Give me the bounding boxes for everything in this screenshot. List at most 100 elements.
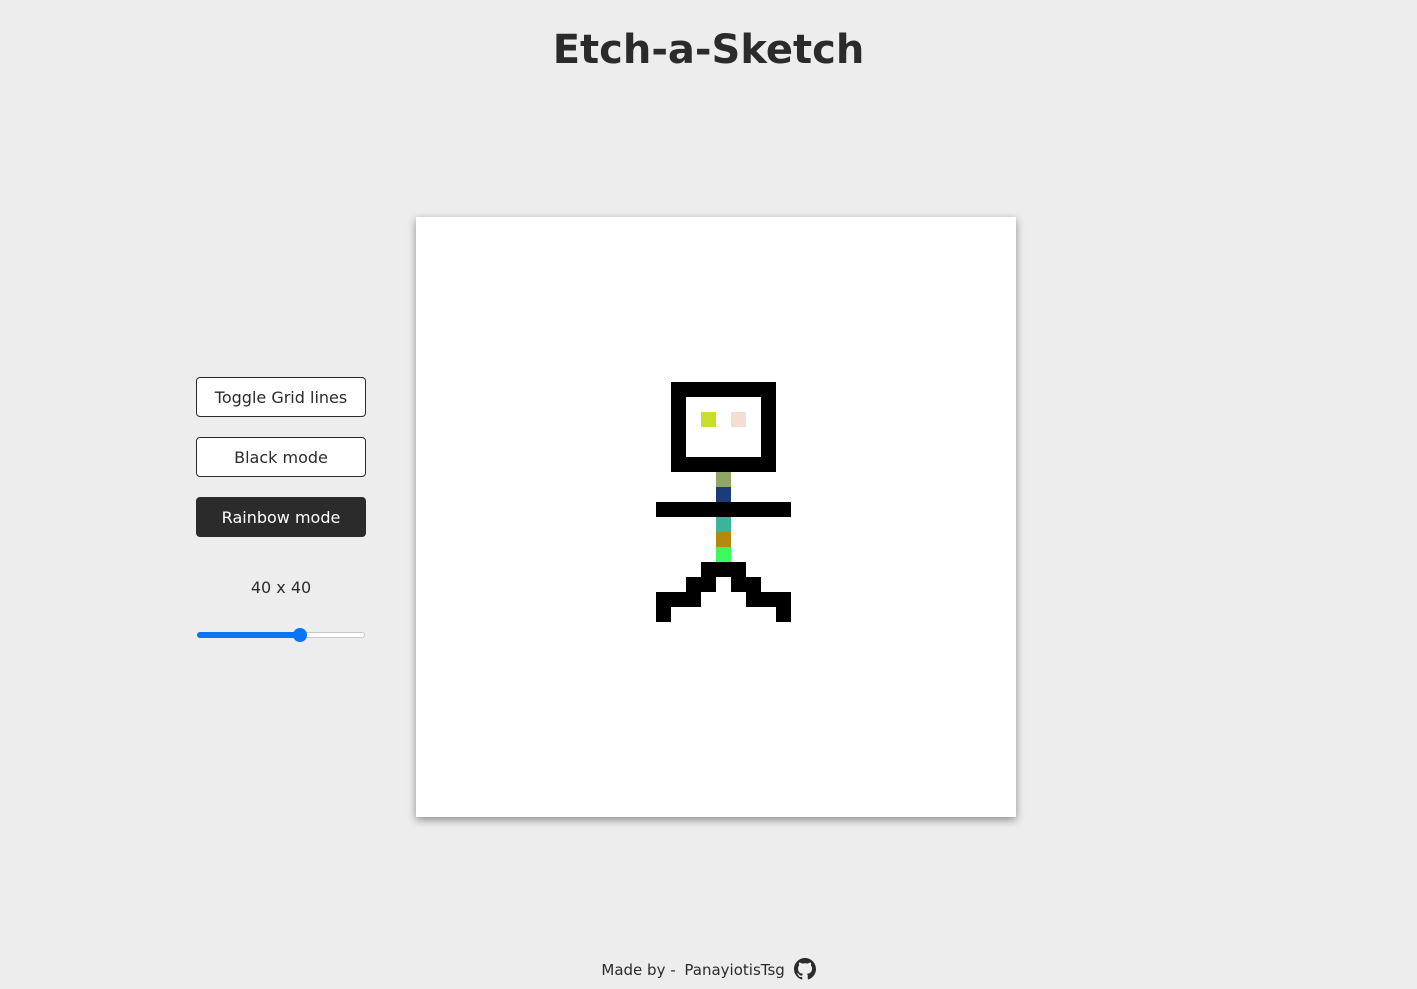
grid-cell[interactable]	[806, 277, 821, 292]
grid-cell[interactable]	[536, 262, 551, 277]
grid-cell[interactable]	[926, 487, 941, 502]
grid-cell[interactable]	[656, 742, 671, 757]
grid-cell[interactable]	[506, 247, 521, 262]
grid-cell[interactable]	[776, 727, 791, 742]
grid-cell[interactable]	[851, 487, 866, 502]
grid-cell[interactable]	[866, 712, 881, 727]
grid-cell[interactable]	[641, 427, 656, 442]
grid-cell[interactable]	[671, 232, 686, 247]
grid-cell[interactable]	[431, 442, 446, 457]
grid-cell[interactable]	[416, 232, 431, 247]
grid-cell[interactable]	[416, 322, 431, 337]
grid-cell[interactable]	[446, 232, 461, 247]
grid-cell[interactable]	[896, 487, 911, 502]
grid-cell[interactable]	[686, 307, 701, 322]
grid-cell[interactable]	[956, 682, 971, 697]
grid-cell[interactable]	[626, 592, 641, 607]
grid-cell[interactable]	[581, 727, 596, 742]
grid-cell[interactable]	[776, 427, 791, 442]
grid-cell[interactable]	[716, 277, 731, 292]
grid-cell[interactable]	[911, 292, 926, 307]
grid-cell[interactable]	[596, 442, 611, 457]
grid-cell[interactable]	[581, 742, 596, 757]
grid-cell[interactable]	[461, 517, 476, 532]
grid-cell[interactable]	[971, 517, 986, 532]
grid-cell[interactable]	[971, 547, 986, 562]
grid-cell[interactable]	[716, 772, 731, 787]
grid-cell[interactable]	[506, 442, 521, 457]
grid-cell[interactable]	[806, 292, 821, 307]
grid-cell[interactable]	[461, 727, 476, 742]
grid-cell[interactable]	[506, 682, 521, 697]
grid-cell[interactable]	[626, 277, 641, 292]
grid-cell[interactable]	[551, 802, 566, 817]
grid-cell[interactable]	[446, 697, 461, 712]
grid-cell[interactable]	[626, 667, 641, 682]
grid-cell[interactable]	[926, 397, 941, 412]
grid-cell[interactable]	[551, 397, 566, 412]
grid-cell[interactable]	[761, 517, 776, 532]
grid-cell[interactable]	[716, 487, 731, 502]
grid-cell[interactable]	[776, 802, 791, 817]
grid-cell[interactable]	[551, 697, 566, 712]
grid-cell[interactable]	[836, 682, 851, 697]
github-icon[interactable]	[793, 957, 816, 980]
grid-cell[interactable]	[671, 442, 686, 457]
grid-cell[interactable]	[806, 802, 821, 817]
grid-cell[interactable]	[911, 337, 926, 352]
grid-cell[interactable]	[701, 592, 716, 607]
grid-cell[interactable]	[656, 562, 671, 577]
grid-cell[interactable]	[941, 592, 956, 607]
grid-cell[interactable]	[536, 757, 551, 772]
grid-cell[interactable]	[731, 337, 746, 352]
grid-cell[interactable]	[476, 727, 491, 742]
grid-cell[interactable]	[716, 472, 731, 487]
grid-cell[interactable]	[461, 352, 476, 367]
grid-cell[interactable]	[956, 532, 971, 547]
grid-cell[interactable]	[836, 637, 851, 652]
grid-cell[interactable]	[1001, 262, 1016, 277]
grid-cell[interactable]	[551, 472, 566, 487]
grid-cell[interactable]	[671, 487, 686, 502]
grid-cell[interactable]	[761, 412, 776, 427]
grid-cell[interactable]	[701, 502, 716, 517]
grid-cell[interactable]	[806, 382, 821, 397]
grid-cell[interactable]	[731, 547, 746, 562]
grid-cell[interactable]	[1001, 472, 1016, 487]
grid-cell[interactable]	[926, 427, 941, 442]
grid-cell[interactable]	[716, 622, 731, 637]
grid-cell[interactable]	[746, 217, 761, 232]
grid-cell[interactable]	[656, 802, 671, 817]
grid-cell[interactable]	[671, 667, 686, 682]
grid-cell[interactable]	[476, 352, 491, 367]
grid-cell[interactable]	[566, 562, 581, 577]
grid-cell[interactable]	[641, 517, 656, 532]
grid-cell[interactable]	[551, 622, 566, 637]
grid-cell[interactable]	[596, 262, 611, 277]
grid-cell[interactable]	[521, 547, 536, 562]
grid-cell[interactable]	[596, 667, 611, 682]
grid-cell[interactable]	[941, 772, 956, 787]
grid-cell[interactable]	[506, 637, 521, 652]
grid-cell[interactable]	[521, 727, 536, 742]
grid-cell[interactable]	[596, 592, 611, 607]
grid-cell[interactable]	[836, 427, 851, 442]
grid-cell[interactable]	[416, 532, 431, 547]
grid-cell[interactable]	[581, 277, 596, 292]
grid-cell[interactable]	[866, 412, 881, 427]
grid-cell[interactable]	[746, 577, 761, 592]
grid-cell[interactable]	[461, 697, 476, 712]
grid-cell[interactable]	[836, 742, 851, 757]
grid-cell[interactable]	[926, 322, 941, 337]
grid-cell[interactable]	[611, 382, 626, 397]
grid-cell[interactable]	[551, 652, 566, 667]
grid-cell[interactable]	[716, 352, 731, 367]
grid-cell[interactable]	[461, 292, 476, 307]
grid-cell[interactable]	[791, 262, 806, 277]
grid-cell[interactable]	[851, 742, 866, 757]
grid-cell[interactable]	[521, 412, 536, 427]
grid-cell[interactable]	[611, 397, 626, 412]
grid-cell[interactable]	[461, 367, 476, 382]
grid-cell[interactable]	[881, 547, 896, 562]
grid-cell[interactable]	[581, 667, 596, 682]
